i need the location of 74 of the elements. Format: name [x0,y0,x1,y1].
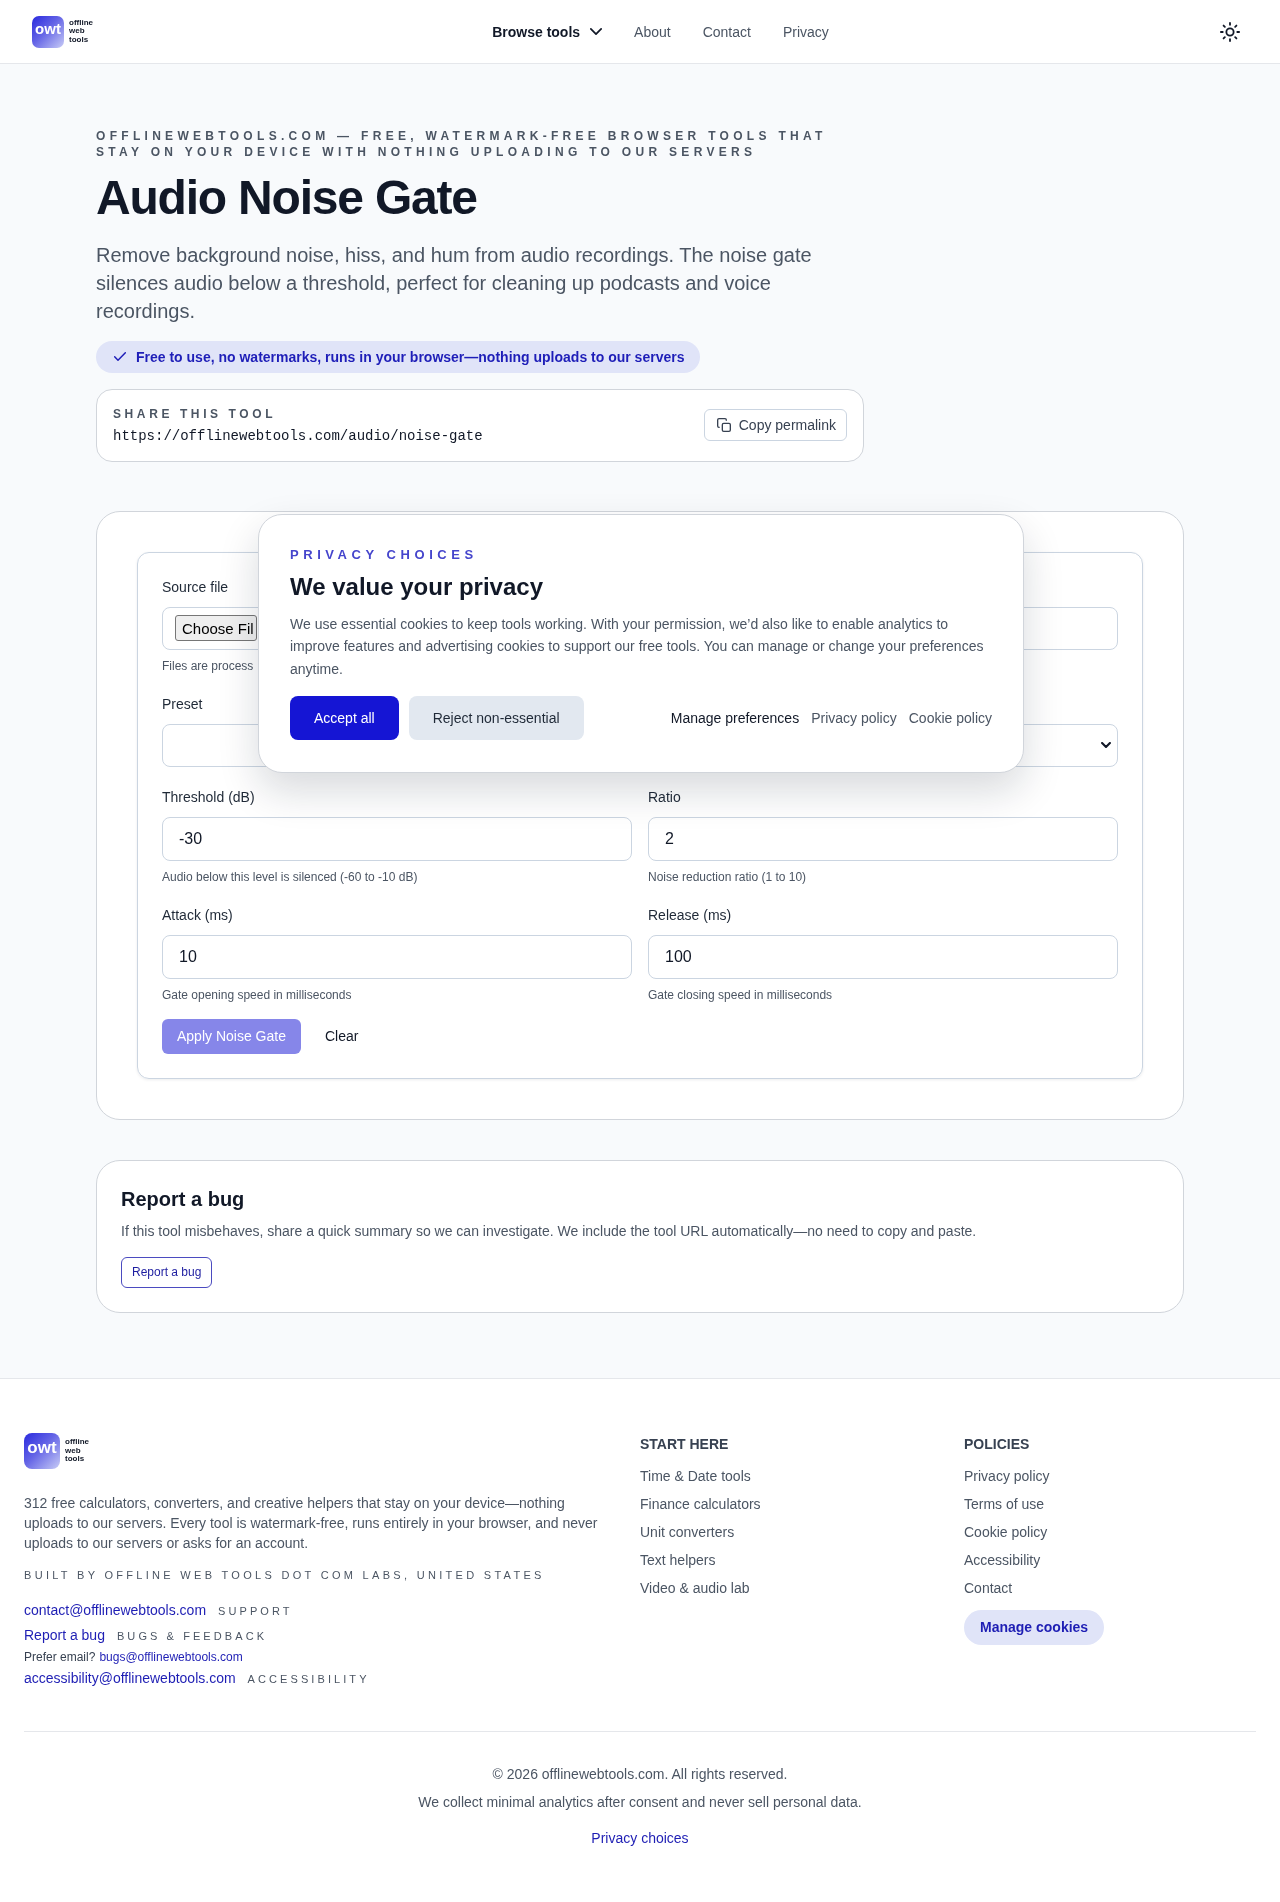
logo-mark[interactable]: owt [24,1432,60,1469]
email-link[interactable]: accessibility@offlinewebtools.com [24,1666,236,1689]
reject-button[interactable]: Reject non-essential [408,696,584,740]
nav-link[interactable]: Contact [702,23,751,40]
notice-text: Free to use, no watermarks, runs in your browser—nothing uploads to our servers [136,348,685,365]
preferences-link[interactable]: Manage preferences [670,710,800,726]
number-input[interactable]: -30 [162,816,632,861]
footer-link[interactable]: Privacy policy [964,1465,1050,1486]
field-label: Threshold (dB) [162,787,255,807]
footer-link[interactable]: Contact [964,1577,1013,1598]
analytics-notice: We collect minimal analytics after consent and never sell personal data. [418,1792,862,1812]
field-label: Attack (ms) [162,905,233,925]
share-label: SHARE THIS TOOL [113,405,277,422]
contact-tag: ACCESSIBILITY [247,1667,370,1690]
number-input[interactable]: 100 [648,934,1118,979]
logo-mark[interactable]: owt [32,15,64,48]
field-hint: Audio below this level is silenced (-60 to -10 dB) [162,868,418,885]
page-title: Audio Noise Gate [96,172,478,225]
field-label: Ratio [648,787,681,807]
column-heading: POLICIES [964,1434,1030,1454]
column-heading: START HERE [640,1434,729,1454]
policy-link[interactable]: Privacy policy [811,710,897,726]
check-icon [114,352,126,362]
accept-button[interactable]: Accept all [290,696,399,740]
field-hint: Noise reduction ratio (1 to 10) [648,868,807,885]
chevron-down-icon [590,28,603,35]
field-hint: Gate opening speed in milliseconds [162,986,352,1003]
contact-tag: SUPPORT [218,1599,293,1622]
permalink-url: https://offlinewebtools.com/audio/noise-gate [113,426,483,445]
footer-link[interactable]: Accessibility [964,1549,1041,1570]
field-hint: Gate closing speed in milliseconds [648,986,833,1003]
footer-link[interactable]: Terms of use [964,1493,1045,1514]
report-bug-button[interactable]: Report a bug [121,1256,213,1288]
footer-link[interactable]: Finance calculators [640,1493,761,1514]
dialog-text: We use essential cookies to keep tools working. With your permission, we’d also like to enable analytics to improve features and advertising cookies to support our free tools. You can manage or change your preferences anytime. [290,614,985,679]
contact-tag: BUGS & FEEDBACK [116,1624,268,1647]
policy-link[interactable]: Cookie policy [908,710,992,726]
built-by-text: BUILT BY OFFLINE WEB TOOLS DOT COM LABS, UNITED STATES [24,1567,545,1583]
footer-link[interactable]: Time & Date tools [640,1465,751,1486]
clear-button[interactable]: Clear [324,1028,359,1045]
logo-text[interactable]: offline web tools [65,1438,89,1464]
copy-icon [716,418,731,433]
number-input[interactable]: 2 [648,816,1118,861]
tagline: OFFLINEWEBTOOLS.COM — FREE, WATERMARK-FREE BROWSER TOOLS THAT STAY ON YOUR DEVICE WITH NOTHING UPLOADING TO OUR SERVERS [96,128,828,160]
report-title: Report a bug [121,1186,245,1212]
dialog-title: We value your privacy [290,571,543,602]
field-label: Release (ms) [648,905,732,925]
privacy-choices-link[interactable]: Privacy choices [591,1827,689,1848]
nav-link[interactable]: Privacy [782,23,829,40]
footer-link[interactable]: Unit converters [640,1521,735,1542]
field-label: Source file [162,577,229,597]
footer-link[interactable]: Cookie policy [964,1521,1048,1542]
copy-permalink-button[interactable]: Copy permalink [703,409,847,442]
manage-cookies-button[interactable]: Manage cookies [964,1609,1105,1645]
logo-text[interactable]: offline web tools [69,18,93,45]
footer-about: 312 free calculators, converters, and creative helpers that stay on your device—nothing uploads to our servers. Every tool is watermark-free, runs entirely in your browser, and never uploads to our servers or asks for an account. [24,1493,599,1553]
sun-icon[interactable] [1220,21,1240,42]
copyright-text: © 2026 offlinewebtools.com. All rights reserved. [492,1764,788,1784]
email-link[interactable]: contact@offlinewebtools.com [24,1598,207,1621]
nav-link[interactable]: About [634,23,671,40]
page-description: Remove background noise, hiss, and hum from audio recordings. The noise gate silences audio below a threshold, perfect for cleaning up podcasts and voice recordings. [96,242,813,324]
number-input[interactable]: 10 [162,934,632,979]
nav-dropdown[interactable]: Browse tools [492,23,603,40]
email-link[interactable]: bugs@offlinewebtools.com [99,1648,243,1665]
report-text: If this tool misbehaves, share a quick summary so we can investigate. We include the tool URL automatically—no need to copy and paste. [121,1221,978,1241]
dialog-eyebrow: PRIVACY CHOICES [290,546,478,563]
field-label: Preset [162,694,203,714]
bug-report-link[interactable]: Report a bug [24,1623,105,1646]
footer-link[interactable]: Text helpers [640,1549,716,1570]
footer-link[interactable]: Video & audio lab [640,1577,750,1598]
note-text: Prefer email? [24,1648,96,1665]
field-hint: Files are process [162,657,254,674]
chevron-down-icon [1101,742,1111,749]
choose-file-button[interactable]: Choose Fil [175,615,257,642]
